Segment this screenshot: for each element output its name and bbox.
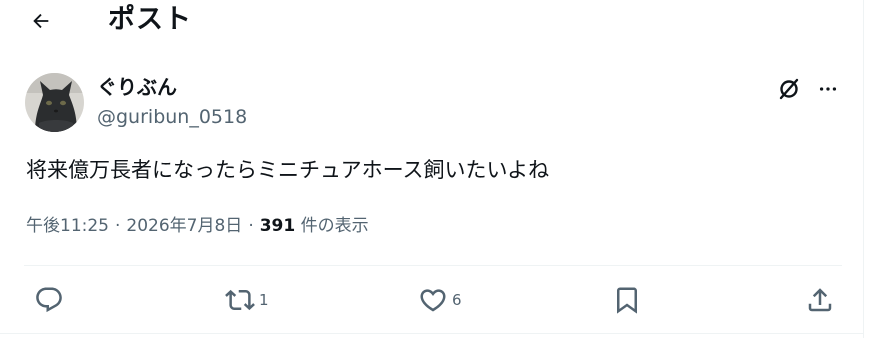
- meta-separator: ·: [115, 216, 121, 236]
- like-icon: [420, 289, 446, 312]
- author-display-name[interactable]: ぐりぶん: [97, 74, 177, 100]
- share-button[interactable]: [805, 284, 835, 316]
- post-detail-page: ポスト ぐりぶん @guribun_0518 将来億万長者になったらミニチュアホ…: [0, 0, 864, 338]
- post-time[interactable]: 午後11:25: [26, 216, 109, 236]
- divider: [0, 333, 864, 334]
- repost-count: 1: [259, 291, 269, 309]
- back-button[interactable]: [24, 4, 58, 38]
- bookmark-icon: [617, 287, 637, 314]
- share-icon: [808, 288, 832, 312]
- reply-icon: [36, 287, 62, 313]
- views-count[interactable]: 391: [260, 216, 296, 236]
- like-button[interactable]: 6: [418, 284, 462, 316]
- repost-icon: [225, 289, 255, 311]
- header: ポスト: [0, 0, 864, 44]
- meta-separator: ·: [248, 216, 254, 236]
- more-icon: [819, 87, 837, 91]
- post-meta: 午後11:25 · 2026年7月8日 · 391 件の表示: [26, 212, 369, 240]
- bookmark-button[interactable]: [612, 284, 642, 316]
- repost-button[interactable]: 1: [225, 284, 269, 316]
- like-count: 6: [452, 291, 462, 309]
- reply-button[interactable]: [34, 284, 68, 316]
- cat-avatar-image: [25, 73, 84, 132]
- post-date[interactable]: 2026年7月8日: [126, 216, 242, 236]
- views-label: 件の表示: [300, 216, 369, 236]
- author-handle[interactable]: @guribun_0518: [97, 104, 247, 130]
- grok-button[interactable]: [774, 74, 804, 104]
- grok-icon: [779, 78, 799, 100]
- more-button[interactable]: [813, 74, 843, 104]
- avatar[interactable]: [25, 73, 84, 132]
- back-arrow-icon: [33, 13, 49, 29]
- divider: [24, 265, 842, 266]
- post-text: 将来億万長者になったらミニチュアホース飼いたいよね: [26, 158, 550, 182]
- page-title: ポスト: [108, 4, 192, 35]
